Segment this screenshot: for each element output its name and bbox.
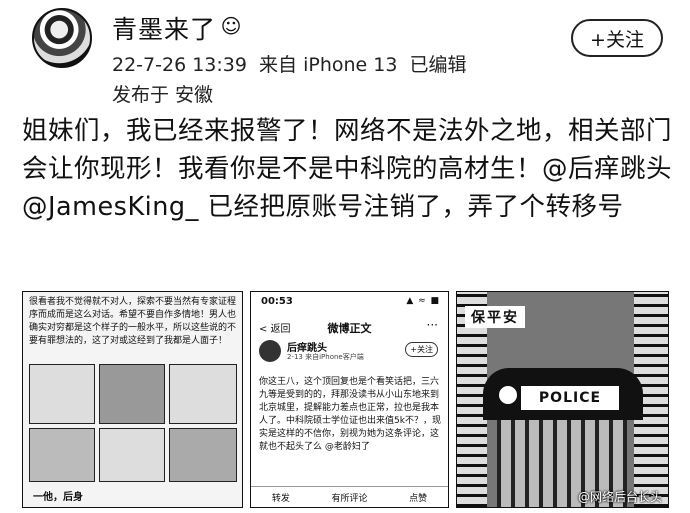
screenshot-like: 点赞: [409, 493, 428, 504]
follow-button[interactable]: +关注: [571, 19, 663, 57]
comic-panel: [169, 428, 237, 482]
post-image-1[interactable]: 很看者我不觉得就不对人，探索不要当然有专家证程序而成而是这么对话。希望不要自作多…: [22, 291, 243, 508]
police-badge-icon: [497, 384, 519, 406]
shop-sign: 保平安: [465, 306, 525, 328]
post-image-2[interactable]: 00:53 ▲ ≈ ■ < 返回 微博正文 ··· 后痒跳头 2-13 来自iP…: [250, 291, 449, 508]
screenshot-body: 你这王八，这个顶回复也是个看笑话把，三六九等是受到的的，拜那没读书从小山东地来到…: [259, 377, 441, 452]
screenshot-follow: +关注: [405, 342, 438, 357]
image-watermark: @网络后台长头: [577, 490, 662, 504]
screenshot-comment: 有所评论: [331, 493, 368, 504]
police-sign: POLICE: [519, 384, 621, 412]
post-source: 来自 iPhone 13: [259, 54, 398, 76]
post-meta: 22-7-26 13:39 来自 iPhone 13 已编辑: [112, 50, 467, 77]
edited-label: 已编辑: [409, 54, 467, 76]
comic-panel: [29, 364, 95, 424]
comic-panel: [99, 364, 165, 424]
vip-badge-icon: ☺: [220, 14, 242, 38]
username[interactable]: 青墨来了: [112, 10, 216, 46]
screenshot-action-bar: 转发 有所评论 点赞: [251, 486, 448, 507]
comic-panel: [29, 428, 95, 482]
image-1-caption: 一他，后身: [33, 492, 83, 503]
phone-status-time: 00:53: [261, 296, 293, 307]
post-body-text: 姐妹们，我已经来报警了！网络不是法外之地，相关部门会让你现形！我看你是不是中科院…: [22, 116, 673, 222]
screenshot-title: 微博正文: [327, 322, 372, 335]
comic-panel: [99, 428, 165, 482]
screenshot-avatar: [259, 340, 281, 362]
image-1-text: 很看者我不觉得就不对人，探索不要当然有专家证程序而成而是这么对话。希望不要自作多…: [29, 297, 237, 346]
screenshot-more-icon: ···: [426, 318, 438, 332]
post-timestamp: 22-7-26 13:39: [112, 54, 247, 76]
screenshot-repost: 转发: [271, 493, 290, 504]
phone-status-icons: ▲ ≈ ■: [406, 296, 440, 306]
post-location: 发布于 安徽: [112, 84, 214, 106]
screenshot-meta: 2-13 来自iPhone客户端: [287, 353, 364, 361]
post-image-3[interactable]: 保平安 POLICE @网络后台长头: [456, 291, 669, 508]
user-avatar[interactable]: [32, 8, 92, 68]
comic-panel: [169, 364, 237, 424]
